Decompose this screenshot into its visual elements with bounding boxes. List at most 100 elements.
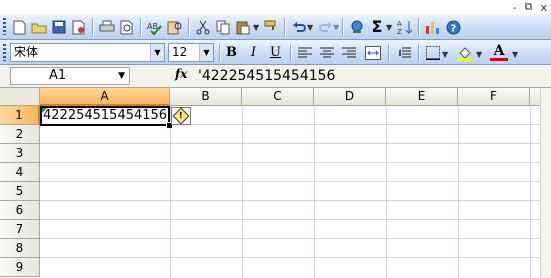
error-indicator-triangle [42,108,47,113]
row-header-6[interactable]: 6 [0,201,40,220]
toolbar-separator [342,18,343,36]
worksheet-grid: A B C D E F 1 2 3 4 5 6 7 8 9 4222545154… [0,88,551,278]
row-header-1[interactable]: 1 [0,106,40,125]
column-header-f[interactable]: F [458,88,530,106]
font-size-value: 12 [172,45,188,59]
italic-button[interactable]: I [244,43,263,62]
column-header-a[interactable]: A [40,88,170,106]
chevron-down-icon[interactable]: ▼ [307,23,313,32]
sort-ascending-icon[interactable]: AZ [396,18,414,36]
row-header-9[interactable]: 9 [0,258,40,277]
chevron-down-icon[interactable]: ▼ [199,44,213,61]
help-icon[interactable]: ? [444,18,462,36]
chevron-down-icon[interactable]: ▼ [118,68,125,84]
borders-icon[interactable] [424,44,442,62]
select-all-corner[interactable] [0,88,40,106]
gridline [40,238,540,239]
open-folder-icon[interactable] [30,18,48,36]
chart-wizard-icon[interactable] [424,18,442,36]
align-right-icon[interactable] [340,44,358,62]
print-icon[interactable] [98,18,116,36]
chevron-down-icon[interactable]: ▼ [442,50,448,59]
window-controls: - ⧉ x [513,0,547,14]
chevron-down-icon[interactable]: ▼ [476,50,482,59]
print-preview-icon[interactable] [118,18,136,36]
merge-center-icon[interactable] [364,44,382,62]
research-icon[interactable] [166,18,184,36]
toolbar-separator [418,44,419,62]
font-color-button[interactable]: A [490,42,508,61]
gridline [386,106,387,278]
standard-toolbar: AB ▼ ▼ ▼ Σ ▼ AZ ? [0,14,551,40]
hyperlink-icon[interactable] [348,18,366,36]
gridline [40,181,540,182]
warning-glyph: ! [179,111,183,120]
function-icon[interactable]: fx [175,67,187,81]
bold-button[interactable]: B [222,43,241,62]
column-header-c[interactable]: C [242,88,314,106]
formula-input[interactable]: '422254515454156 [198,66,335,86]
column-header-b[interactable]: B [170,88,242,106]
toolbar-grip[interactable] [3,18,6,35]
align-center-icon[interactable] [318,44,336,62]
chevron-down-icon[interactable]: ▼ [512,50,518,59]
toolbar-separator [284,18,285,36]
font-name-select[interactable]: 宋体 ▼ [10,43,165,62]
row-header-5[interactable]: 5 [0,182,40,201]
font-size-select[interactable]: 12 ▼ [168,43,214,62]
cell-a1[interactable]: 422254515454156 [40,106,170,126]
permission-icon[interactable] [70,18,88,36]
row-header-7[interactable]: 7 [0,220,40,239]
menu-strip [0,0,551,14]
fill-color-icon[interactable] [456,44,474,62]
copy-icon[interactable] [214,18,232,36]
minimize-window-button[interactable]: - [513,1,517,14]
row-header-4[interactable]: 4 [0,163,40,182]
vertical-scrollbar[interactable] [540,88,551,278]
gridline [242,106,243,278]
close-window-button[interactable]: x [540,1,547,14]
font-name-value: 宋体 [14,45,39,59]
svg-text:?: ? [450,23,456,34]
error-check-button[interactable]: ! [171,107,191,125]
chevron-down-icon[interactable]: ▼ [253,23,259,32]
toolbar-separator [418,18,419,36]
name-box-value: A1 [49,68,67,83]
format-painter-icon[interactable] [262,18,280,36]
toolbar-separator [140,18,141,36]
undo-icon[interactable] [290,18,308,36]
svg-text:A: A [397,20,402,28]
column-header-e[interactable]: E [386,88,458,106]
warning-icon: ! [172,107,190,125]
redo-icon[interactable] [316,18,334,36]
row-header-3[interactable]: 3 [0,144,40,163]
gridline [170,106,171,278]
gridline [458,106,459,278]
chevron-down-icon[interactable]: ▼ [333,23,339,32]
row-header-2[interactable]: 2 [0,125,40,144]
gridline [40,257,540,258]
svg-text:AB: AB [147,22,158,31]
save-icon[interactable] [50,18,68,36]
svg-text:Z: Z [397,28,402,35]
gridline [530,106,531,278]
restore-window-button[interactable]: ⧉ [525,0,533,14]
cut-icon[interactable] [194,18,212,36]
gridline [40,143,540,144]
toolbar-grip[interactable] [3,44,6,61]
toolbar-separator [188,18,189,36]
new-doc-icon[interactable] [10,18,28,36]
align-left-icon[interactable] [296,44,314,62]
cell-a1-value: 422254515454156 [43,108,168,123]
chevron-down-icon[interactable]: ▼ [150,44,164,61]
autosum-icon[interactable]: Σ [368,18,386,36]
column-header-d[interactable]: D [314,88,386,106]
toolbar-separator [388,44,389,62]
indent-icon[interactable] [394,44,412,62]
chevron-down-icon[interactable]: ▼ [386,23,392,32]
name-box[interactable]: A1 ▼ [10,67,130,85]
paste-icon[interactable] [234,18,252,36]
spelling-icon[interactable]: AB [146,18,164,36]
underline-button[interactable]: U [266,43,285,62]
row-header-8[interactable]: 8 [0,239,40,258]
